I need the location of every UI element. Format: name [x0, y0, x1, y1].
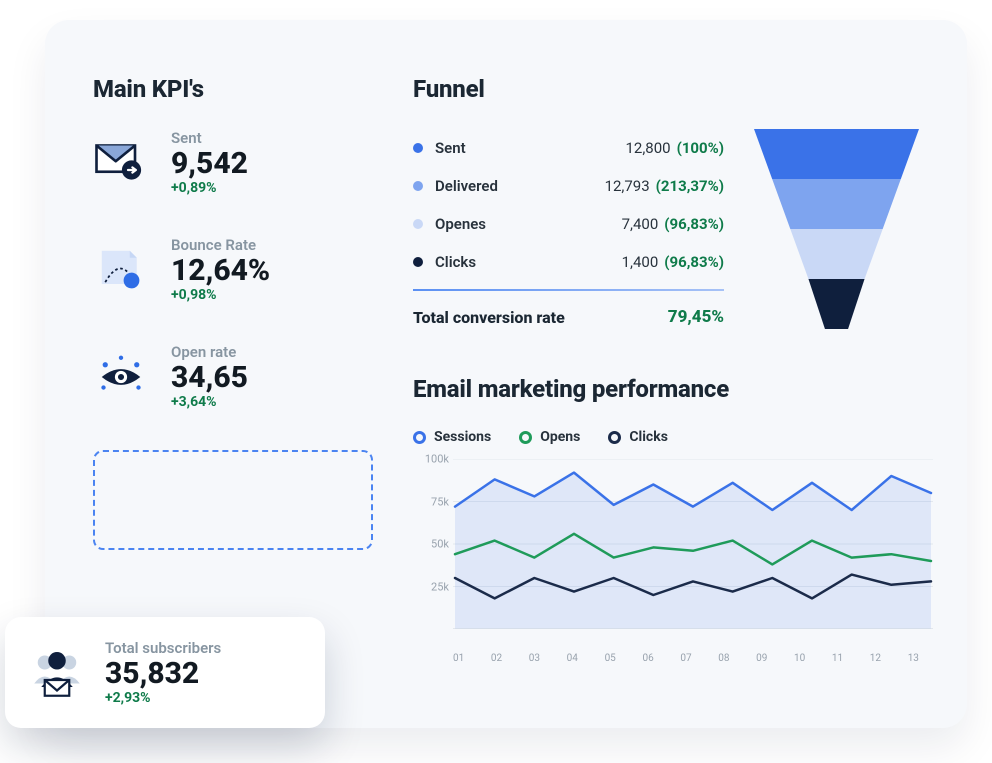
dot-icon [413, 143, 423, 153]
legend-label: Sessions [434, 429, 491, 445]
funnel-item-pct: (96,83%) [664, 215, 724, 233]
funnel-list: Sent12,800 (100%)Delivered12,793 (213,37… [413, 129, 724, 331]
legend-item: Opens [519, 429, 580, 445]
y-tick-label: 75k [431, 495, 449, 508]
performance-section: Email marketing performance Sessions Open… [413, 375, 919, 664]
x-tick-label: 02 [491, 653, 502, 664]
x-tick-label: 11 [832, 653, 843, 664]
y-tick-label: 50k [431, 538, 449, 551]
x-tick-label: 07 [680, 653, 691, 664]
kpi-sent-value: 9,542 [171, 147, 248, 180]
bounce-icon [93, 242, 149, 298]
funnel-item: Delivered12,793 (213,37%) [413, 167, 724, 205]
y-tick-label: 25k [431, 580, 449, 593]
kpi-subscribers-card[interactable]: Total subscribers 35,832 +2,93% [5, 617, 325, 728]
funnel-item-value: 1,400 [622, 253, 659, 271]
subscribers-icon [29, 645, 85, 701]
eye-icon [93, 349, 149, 405]
funnel-title: Funnel [413, 75, 919, 103]
dot-icon [413, 257, 423, 267]
funnel-separator [413, 289, 724, 291]
kpi-open-value: 34,65 [171, 361, 248, 394]
dot-icon [413, 181, 423, 191]
kpi-bounce: Bounce Rate 12,64% +0,98% [93, 236, 373, 303]
x-tick-label: 09 [756, 653, 767, 664]
x-tick-label: 05 [605, 653, 616, 664]
x-tick-label: 01 [453, 653, 464, 664]
chart-legend: Sessions Opens Clicks [413, 429, 919, 445]
funnel-item-value: 7,400 [622, 215, 659, 233]
performance-title: Email marketing performance [413, 375, 919, 403]
funnel-item: Clicks1,400 (96,83%) [413, 243, 724, 281]
funnel-total-pct: 79,45% [668, 307, 724, 327]
kpi-bounce-delta: +0,98% [171, 287, 270, 303]
funnel-total: Total conversion rate 79,45% [413, 303, 724, 331]
legend-marker-icon [413, 431, 426, 444]
x-tick-label: 12 [870, 653, 881, 664]
funnel-item-label: Clicks [435, 253, 622, 271]
funnel-item: Openes7,400 (96,83%) [413, 205, 724, 243]
kpi-sent: Sent 9,542 +0,89% [93, 129, 373, 196]
funnel-item-value: 12,800 [625, 139, 670, 157]
drop-placeholder[interactable] [93, 450, 373, 550]
x-tick-label: 13 [908, 653, 919, 664]
funnel-item-pct: (96,83%) [664, 253, 724, 271]
legend-label: Opens [540, 429, 580, 445]
x-tick-label: 03 [529, 653, 540, 664]
x-tick-label: 08 [718, 653, 729, 664]
subscribers-label: Total subscribers [105, 639, 221, 657]
funnel-item: Sent12,800 (100%) [413, 129, 724, 167]
funnel-item-value: 12,793 [605, 177, 650, 195]
kpi-column: Main KPI's Sent 9,542 +0,89% [93, 75, 373, 673]
y-tick-label: 100k [425, 453, 449, 466]
x-tick-label: 04 [567, 653, 578, 664]
x-tick-label: 10 [794, 653, 805, 664]
kpi-open: Open rate 34,65 +3,64% [93, 343, 373, 410]
kpi-sent-label: Sent [171, 129, 248, 147]
legend-item: Sessions [413, 429, 491, 445]
legend-marker-icon [608, 431, 621, 444]
kpi-open-label: Open rate [171, 343, 248, 361]
kpi-open-delta: +3,64% [171, 394, 248, 410]
subscribers-value: 35,832 [105, 657, 221, 690]
funnel-item-label: Sent [435, 139, 625, 157]
kpi-sent-delta: +0,89% [171, 180, 248, 196]
funnel-item-pct: (100%) [677, 139, 724, 157]
funnel-total-label: Total conversion rate [413, 308, 668, 327]
line-chart: 25k50k75k100k 01020304050607080910111213 [413, 459, 919, 664]
funnel-item-label: Openes [435, 215, 622, 233]
kpi-bounce-label: Bounce Rate [171, 236, 270, 254]
dot-icon [413, 219, 423, 229]
envelope-icon [93, 135, 149, 191]
kpi-title: Main KPI's [93, 75, 373, 103]
funnel-item-label: Delivered [435, 177, 605, 195]
subscribers-delta: +2,93% [105, 690, 221, 706]
legend-item: Clicks [608, 429, 668, 445]
funnel-item-pct: (213,37%) [656, 177, 724, 195]
legend-marker-icon [519, 431, 532, 444]
x-tick-label: 06 [642, 653, 653, 664]
funnel-chart [754, 129, 919, 333]
kpi-bounce-value: 12,64% [171, 254, 270, 287]
legend-label: Clicks [629, 429, 668, 445]
